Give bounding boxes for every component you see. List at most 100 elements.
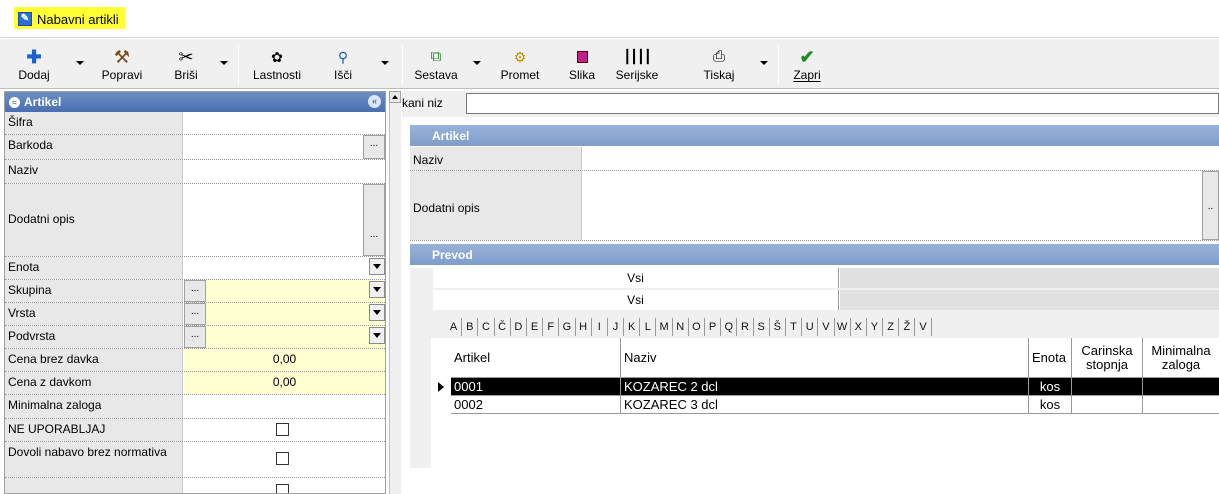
filter-1-value[interactable]: Vsi (433, 268, 839, 288)
cell-carinska-stopnja[interactable] (1072, 396, 1143, 414)
add-dropdown-arrow[interactable] (76, 61, 84, 65)
letter-filter-item[interactable]: Č (495, 318, 511, 336)
cell-naziv[interactable]: KOZAREC 2 dcl (621, 378, 1029, 396)
vrsta-row: Vrsta ... (5, 303, 385, 326)
add-button[interactable]: ✚ Dodaj (14, 42, 54, 86)
composition-button[interactable]: ⧉ Sestava (410, 42, 462, 86)
cell-carinska-stopnja[interactable] (1072, 378, 1143, 396)
minimalna-zaloga-input[interactable] (184, 395, 385, 418)
letter-filter-item[interactable]: Š (770, 318, 786, 336)
letter-filter-item[interactable]: B (462, 318, 479, 336)
letter-filter-item[interactable]: C (478, 318, 495, 336)
chevron-up-icon[interactable]: « (368, 95, 381, 108)
skupina-dropdown-icon[interactable] (369, 281, 385, 298)
letter-filter-item[interactable]: K (624, 318, 641, 336)
search-button[interactable]: ⚲ Išči (330, 42, 356, 86)
letter-filter-item[interactable]: D (511, 318, 527, 336)
article-panel-header[interactable]: ≈ Artikel « (5, 92, 385, 112)
cell-enota[interactable]: kos (1029, 396, 1072, 414)
letter-filter-item[interactable]: I (592, 318, 608, 336)
letter-filter-item[interactable]: V (915, 318, 932, 336)
enota-dropdown-icon[interactable] (369, 258, 385, 275)
letter-filter-item[interactable]: G (559, 318, 576, 336)
delete-button[interactable]: ✂ Briši (172, 42, 200, 86)
letter-filter-item[interactable]: T (786, 318, 803, 336)
letter-filter-item[interactable]: J (608, 318, 625, 336)
search-dropdown-arrow[interactable] (381, 61, 389, 65)
properties-button[interactable]: ✿ Lastnosti (246, 42, 308, 86)
barkoda-browse-button[interactable]: ... (363, 135, 385, 159)
delete-dropdown-arrow[interactable] (220, 61, 228, 65)
letter-filter-item[interactable]: F (543, 318, 560, 336)
vrsta-browse-button[interactable]: ... (184, 303, 206, 325)
letter-filter-item[interactable]: X (851, 318, 867, 336)
close-button[interactable]: ✔ Zapri (790, 42, 824, 86)
letter-filter-item[interactable]: Y (867, 318, 884, 336)
edit-button[interactable]: ⚒ Popravi (96, 42, 148, 86)
cena-z-davkom-input[interactable]: 0,00 (184, 372, 385, 394)
letter-filter-item[interactable]: H (576, 318, 592, 336)
letter-filter-item[interactable]: U (802, 318, 819, 336)
cell-minimalna-zaloga[interactable] (1143, 396, 1219, 414)
vrsta-dropdown-icon[interactable] (369, 304, 385, 321)
letter-filter-item[interactable]: W (835, 318, 851, 336)
right-dodatni-opis-browse-button[interactable]: .. (1202, 171, 1219, 240)
podvrsta-dropdown-icon[interactable] (369, 327, 385, 344)
collapse-icon[interactable]: ≈ (9, 96, 20, 108)
image-button[interactable]: Slika (566, 42, 598, 86)
print-button[interactable]: ⎙ Tiskaj (700, 42, 738, 86)
letter-filter-item[interactable]: S (754, 318, 770, 336)
letter-filter-item[interactable]: M (656, 318, 673, 336)
barkoda-input[interactable]: ... (184, 135, 385, 159)
right-naziv-input[interactable] (583, 147, 1219, 170)
dodatni-opis-row: Dodatni opis ... (5, 184, 385, 257)
right-dodatni-opis-input[interactable]: .. (583, 171, 1219, 240)
cell-naziv[interactable]: KOZAREC 3 dcl (621, 396, 1029, 414)
column-header-naziv[interactable]: Naziv (621, 338, 1029, 378)
column-header-minimalna-zaloga[interactable]: Minimalna zaloga (1143, 338, 1219, 378)
letter-filter-item[interactable]: N (673, 318, 689, 336)
next-row-checkbox[interactable] (276, 484, 289, 493)
column-header-artikel[interactable]: Artikel (451, 338, 621, 378)
table-row[interactable]: 0001 KOZAREC 2 dcl kos (431, 378, 1219, 396)
cena-brez-davka-input[interactable]: 0,00 (184, 349, 385, 371)
cell-artikel[interactable]: 0001 (451, 378, 621, 396)
podvrsta-browse-button[interactable]: ... (184, 326, 206, 348)
column-header-enota[interactable]: Enota (1029, 338, 1072, 378)
sifra-input[interactable] (184, 112, 385, 134)
enota-combo[interactable] (184, 257, 385, 279)
search-input[interactable] (466, 93, 1219, 114)
letter-filter-item[interactable]: P (705, 318, 722, 336)
letter-filter-item[interactable]: Z (883, 318, 900, 336)
dodatni-opis-input[interactable]: ... (184, 184, 385, 256)
naziv-input[interactable] (184, 160, 385, 183)
podvrsta-combo[interactable]: ... (184, 326, 385, 348)
letter-filter-item[interactable]: R (737, 318, 754, 336)
cell-minimalna-zaloga[interactable] (1143, 378, 1219, 396)
scroll-up-arrow-icon[interactable] (389, 91, 401, 103)
letter-filter-item[interactable]: L (640, 318, 657, 336)
letter-filter-item[interactable]: Q (721, 318, 738, 336)
turnover-icon: ⚙ (513, 49, 527, 65)
vrsta-combo[interactable]: ... (184, 303, 385, 325)
letter-filter-item[interactable]: Ž (899, 318, 916, 336)
letter-filter-item[interactable]: V (818, 318, 835, 336)
skupina-combo[interactable]: ... (184, 280, 385, 302)
column-header-carinska-stopnja[interactable]: Carinska stopnja (1072, 338, 1143, 378)
table-row[interactable]: 0002 KOZAREC 3 dcl kos (431, 396, 1219, 414)
ne-uporabljaj-checkbox[interactable] (276, 423, 289, 436)
print-dropdown-arrow[interactable] (760, 61, 768, 65)
serials-button[interactable]: ┃┃┃┃ Serijske (612, 42, 662, 86)
filter-2-value[interactable]: Vsi (433, 290, 839, 310)
dovoli-nabavo-checkbox[interactable] (276, 452, 289, 465)
letter-filter-item[interactable]: O (689, 318, 705, 336)
letter-filter-item[interactable]: A (446, 318, 463, 336)
cell-artikel[interactable]: 0002 (451, 396, 621, 414)
skupina-browse-button[interactable]: ... (184, 280, 206, 302)
dodatni-opis-browse-button[interactable]: ... (363, 184, 385, 256)
turnover-button[interactable]: ⚙ Promet (494, 42, 546, 86)
panel-scrollbar[interactable] (389, 91, 401, 494)
letter-filter-item[interactable]: E (527, 318, 544, 336)
composition-dropdown-arrow[interactable] (473, 61, 481, 65)
cell-enota[interactable]: kos (1029, 378, 1072, 396)
